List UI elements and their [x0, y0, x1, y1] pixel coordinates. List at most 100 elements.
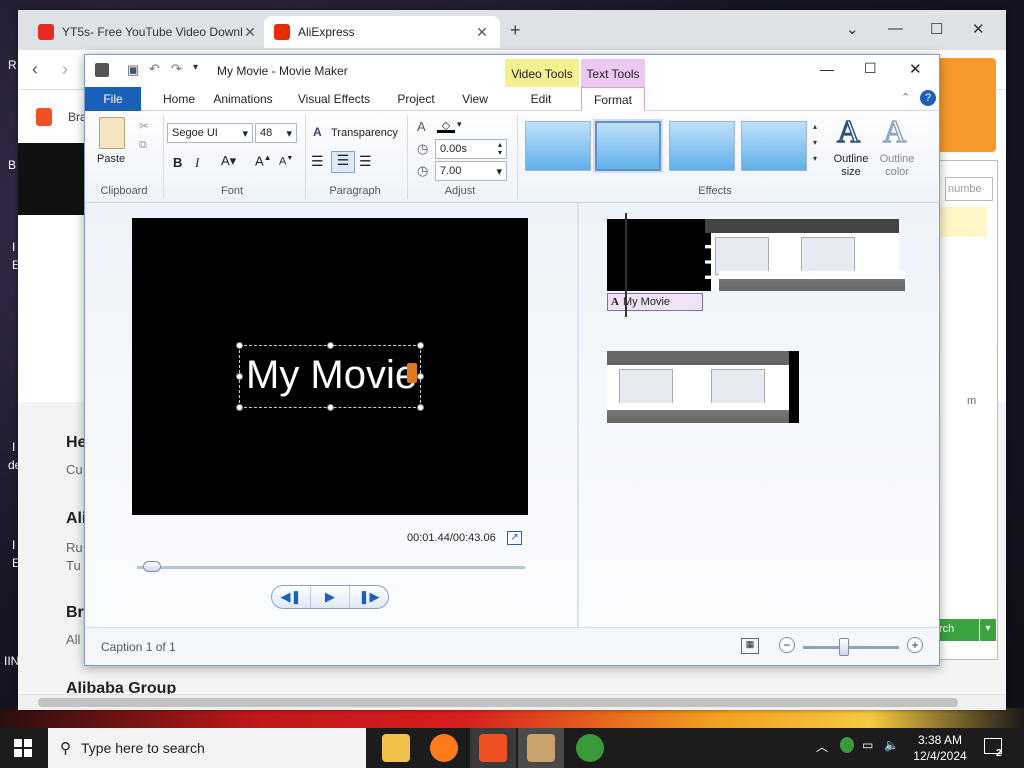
- close-icon[interactable]: ✕: [474, 24, 490, 41]
- movie-maker-icon[interactable]: [527, 734, 555, 762]
- new-tab-button[interactable]: +: [510, 20, 521, 41]
- tab-visual-effects[interactable]: Visual Effects: [297, 87, 371, 111]
- video-preview[interactable]: My Movie: [132, 218, 528, 515]
- effect-thumbnail[interactable]: [525, 121, 591, 171]
- quick-access-menu-icon[interactable]: ▾: [193, 62, 198, 73]
- chevron-down-icon[interactable]: ▾: [980, 619, 996, 641]
- copy-icon[interactable]: ⧉: [139, 139, 147, 152]
- outline-size-button[interactable]: Outline size: [829, 153, 873, 179]
- forward-icon[interactable]: ›: [62, 59, 68, 80]
- redo-icon[interactable]: ↷: [171, 61, 182, 77]
- tab-format[interactable]: Format: [581, 87, 645, 112]
- maximize-button[interactable]: ☐: [930, 20, 943, 38]
- maximize-button[interactable]: ☐: [864, 60, 877, 77]
- video-clip[interactable]: [607, 351, 799, 423]
- windows-start-icon[interactable]: [14, 739, 32, 757]
- fullscreen-icon[interactable]: ↗: [507, 531, 522, 545]
- search-button[interactable]: rch: [937, 619, 979, 641]
- caption-text[interactable]: My Movie: [246, 353, 417, 398]
- tab-file[interactable]: File: [85, 87, 141, 111]
- start-time-input[interactable]: 0.00s ▴ ▾: [435, 139, 507, 159]
- close-icon[interactable]: ✕: [242, 24, 258, 41]
- font-family-select[interactable]: Segoe UI ▾: [167, 123, 253, 143]
- seek-slider[interactable]: [143, 561, 161, 572]
- close-button[interactable]: ✕: [909, 60, 922, 78]
- minimize-button[interactable]: —: [820, 61, 834, 77]
- playhead[interactable]: [625, 213, 627, 317]
- minimize-button[interactable]: —: [888, 20, 903, 37]
- shrink-font-icon[interactable]: A▼: [279, 155, 293, 168]
- tab-edit[interactable]: Edit: [515, 87, 567, 111]
- outline-color-icon[interactable]: A: [882, 112, 907, 150]
- italic-icon[interactable]: I: [195, 155, 199, 171]
- resize-handle[interactable]: [236, 404, 243, 411]
- tab-view[interactable]: View: [455, 87, 495, 111]
- messenger-icon[interactable]: [576, 734, 604, 762]
- align-right-icon[interactable]: ☰: [359, 153, 372, 170]
- zoom-in-icon[interactable]: +: [907, 637, 923, 653]
- number-input[interactable]: numbe: [945, 177, 993, 201]
- tab-animations[interactable]: Animations: [211, 87, 275, 111]
- zoom-track[interactable]: [803, 646, 899, 649]
- resize-handle[interactable]: [236, 373, 243, 380]
- caption-clip[interactable]: A My Movie: [607, 293, 703, 311]
- taskbar-search[interactable]: ⚲ Type here to search: [48, 728, 366, 768]
- chevron-up-icon[interactable]: ︿: [816, 738, 828, 755]
- tab-home[interactable]: Home: [151, 87, 207, 111]
- resize-handle[interactable]: [327, 404, 334, 411]
- outline-color-button[interactable]: Outline color: [873, 153, 921, 179]
- scrollbar-thumb[interactable]: [38, 698, 958, 707]
- play-icon[interactable]: ▶: [311, 586, 350, 608]
- network-icon[interactable]: ▭: [862, 738, 873, 752]
- horizontal-scrollbar[interactable]: [18, 694, 1006, 710]
- align-left-icon[interactable]: ☰: [311, 153, 324, 170]
- next-frame-icon[interactable]: ❚▶: [350, 586, 388, 608]
- effect-thumbnail-selected[interactable]: [595, 121, 661, 171]
- firefox-icon[interactable]: [430, 734, 458, 762]
- volume-icon[interactable]: 🔈: [884, 738, 899, 752]
- close-button[interactable]: ✕: [972, 20, 985, 38]
- outline-size-icon[interactable]: A: [836, 112, 861, 150]
- resize-handle[interactable]: [236, 342, 243, 349]
- font-color-icon[interactable]: A▾: [221, 153, 236, 169]
- background-color-icon[interactable]: ◇: [437, 119, 455, 133]
- duration-select[interactable]: 7.00 ▾: [435, 161, 507, 181]
- tab-project[interactable]: Project: [393, 87, 439, 111]
- align-center-icon[interactable]: ☰: [331, 151, 355, 173]
- brave-shield-icon[interactable]: [36, 108, 52, 126]
- grow-font-icon[interactable]: A▲: [255, 153, 272, 168]
- back-icon[interactable]: ‹: [32, 59, 38, 80]
- save-icon[interactable]: ▣: [127, 62, 139, 78]
- previous-frame-icon[interactable]: ◀❚: [272, 586, 311, 608]
- spinner-icon[interactable]: ▴ ▾: [498, 141, 502, 157]
- brave-icon[interactable]: [479, 734, 507, 762]
- help-icon[interactable]: ?: [920, 90, 936, 106]
- font-size-select[interactable]: 48 ▾: [255, 123, 297, 143]
- people-icon[interactable]: [840, 737, 854, 753]
- clock[interactable]: 3:38 AM 12/4/2024: [910, 732, 970, 764]
- zoom-slider[interactable]: [839, 638, 849, 656]
- resize-handle[interactable]: [417, 404, 424, 411]
- undo-icon[interactable]: ↶: [149, 61, 160, 77]
- paste-button[interactable]: Paste: [97, 153, 125, 165]
- resize-handle[interactable]: [417, 342, 424, 349]
- seek-track[interactable]: [137, 566, 525, 569]
- file-explorer-icon[interactable]: [382, 734, 410, 762]
- bold-icon[interactable]: B: [173, 155, 182, 170]
- collapse-ribbon-icon[interactable]: ⌃: [901, 91, 910, 104]
- chevron-down-icon[interactable]: ▾: [457, 119, 462, 130]
- pane-splitter[interactable]: [577, 203, 579, 627]
- effect-thumbnail[interactable]: [669, 121, 735, 171]
- paste-icon[interactable]: [99, 117, 125, 149]
- text-tool-icon[interactable]: A: [417, 119, 426, 134]
- effect-thumbnail[interactable]: [741, 121, 807, 171]
- tab-search-icon[interactable]: ⌄: [846, 20, 859, 38]
- tab-yt5s[interactable]: YT5s- Free YouTube Video Downloader ✕: [28, 16, 268, 48]
- resize-handle[interactable]: [327, 342, 334, 349]
- cut-icon[interactable]: ✂: [139, 119, 149, 133]
- zoom-out-icon[interactable]: −: [779, 637, 795, 653]
- tab-aliexpress[interactable]: AliExpress ✕: [264, 16, 500, 48]
- storyboard-view-icon[interactable]: ▦: [741, 638, 759, 654]
- transparency-button[interactable]: Transparency: [331, 127, 398, 139]
- effects-scroll-icon[interactable]: ▴ ▾ ▾: [813, 119, 817, 167]
